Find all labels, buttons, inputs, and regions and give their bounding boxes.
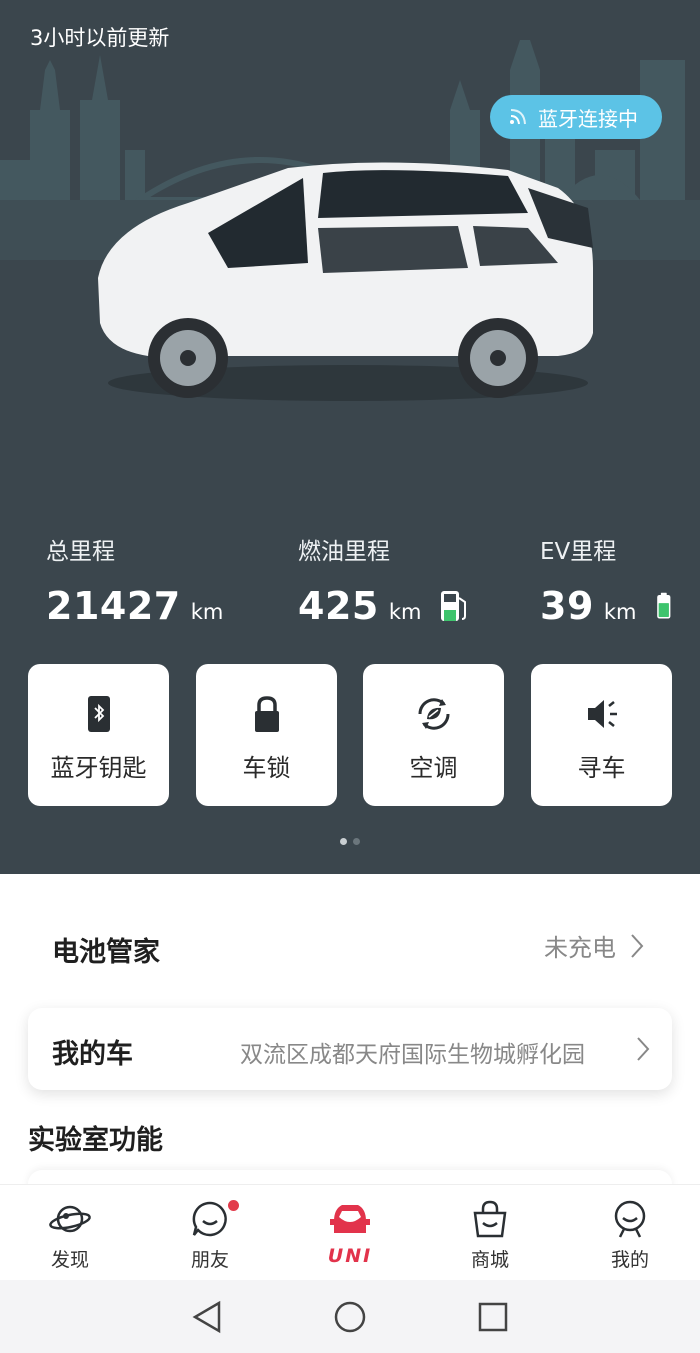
air-conditioner-icon: [417, 698, 450, 730]
find-car-button[interactable]: 寻车: [531, 664, 672, 806]
bluetooth-signal-icon: [510, 109, 526, 125]
stat-unit: km: [190, 600, 224, 624]
fuel-pump-icon: [441, 591, 467, 621]
charging-status: 未充电: [544, 934, 616, 962]
stat-value: 21427: [46, 584, 181, 628]
stat-value: 39: [540, 584, 594, 628]
home-icon[interactable]: [333, 1300, 367, 1334]
tab-label: UNI: [327, 1245, 373, 1267]
stat-ev-mileage: EV里程 39 km: [540, 532, 677, 628]
bluetooth-status-label: 蓝牙连接中: [538, 106, 638, 131]
shopping-bag-icon: [473, 1200, 507, 1238]
page-dot-active: [340, 838, 347, 845]
battery-manager-title[interactable]: 电池管家: [52, 930, 160, 969]
air-conditioner-label: 空调: [409, 754, 458, 782]
stat-label: 总里程: [46, 539, 115, 565]
car-lock-label: 车锁: [242, 754, 291, 782]
bluetooth-key-label: 蓝牙钥匙: [50, 754, 147, 782]
air-conditioner-button[interactable]: 空调: [363, 664, 504, 806]
lab-features-title: 实验室功能: [28, 1125, 163, 1156]
page-indicator: [0, 838, 700, 845]
bluetooth-key-button[interactable]: 蓝牙钥匙: [28, 664, 169, 806]
tab-friends[interactable]: 朋友: [140, 1185, 280, 1281]
notification-badge: [228, 1200, 239, 1211]
stat-unit: km: [603, 600, 637, 624]
lock-icon: [254, 696, 279, 732]
tab-label: 朋友: [190, 1249, 229, 1271]
chevron-right-icon: [631, 933, 644, 958]
stat-fuel-mileage: 燃油里程 425 km: [298, 532, 469, 628]
system-navigation-bar: [0, 1280, 700, 1353]
battery-icon: [656, 592, 670, 619]
stat-value: 425: [298, 584, 379, 628]
tab-discover[interactable]: 发现: [0, 1185, 140, 1281]
stat-unit: km: [388, 600, 422, 624]
main-content: 电池管家 未充电 我的车 双流区成都天府国际生物城孵化园 实验室功能: [0, 874, 700, 1210]
my-car-card[interactable]: 我的车 双流区成都天府国际生物城孵化园: [28, 1008, 672, 1090]
bluetooth-key-icon: [87, 696, 110, 732]
stat-label: EV里程: [540, 539, 617, 565]
battery-manager-row[interactable]: 未充电: [544, 928, 644, 963]
car-lock-button[interactable]: 车锁: [196, 664, 337, 806]
last-updated-text: 3小时以前更新: [30, 26, 170, 50]
vehicle-hero: 3小时以前更新 蓝牙连接中 总里程 21427 km 燃油里程 425 km E…: [0, 0, 700, 874]
uni-car-icon: [330, 1205, 370, 1233]
stat-label: 燃油里程: [298, 539, 390, 565]
tab-uni[interactable]: UNI: [280, 1185, 420, 1281]
bluetooth-status-pill[interactable]: 蓝牙连接中: [490, 95, 662, 139]
car-location-address: 双流区成都天府国际生物城孵化园: [240, 1042, 585, 1068]
recent-apps-icon[interactable]: [477, 1301, 509, 1333]
planet-icon: [49, 1205, 91, 1233]
stat-total-mileage: 总里程 21427 km: [46, 532, 223, 628]
profile-icon: [614, 1200, 646, 1238]
tab-mall[interactable]: 商城: [420, 1185, 560, 1281]
find-car-label: 寻车: [577, 754, 626, 782]
chevron-right-icon: [637, 1037, 650, 1061]
page-dot: [353, 838, 360, 845]
chat-icon: [192, 1201, 227, 1237]
tab-label: 发现: [50, 1249, 89, 1271]
my-car-title: 我的车: [52, 1039, 133, 1070]
speaker-icon: [587, 700, 617, 728]
tab-label: 我的: [610, 1249, 649, 1271]
tab-me[interactable]: 我的: [560, 1185, 700, 1281]
vehicle-image: [98, 162, 593, 401]
tab-label: 商城: [470, 1249, 509, 1271]
back-icon[interactable]: [191, 1300, 223, 1334]
bottom-tab-bar: 发现 朋友 UNI 商城 我的: [0, 1184, 700, 1280]
